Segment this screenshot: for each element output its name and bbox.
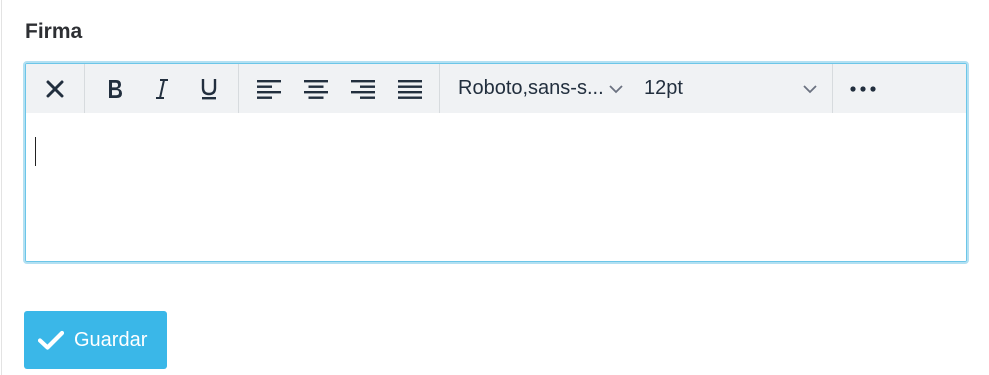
- editor-frame: Roboto,sans-s... 12pt: [25, 63, 967, 262]
- align-center-icon: [303, 79, 328, 99]
- toolbar-group-font: Roboto,sans-s... 12pt: [440, 64, 833, 113]
- bold-icon: [108, 79, 122, 98]
- close-icon: [46, 80, 64, 97]
- align-justify-icon: [397, 79, 422, 99]
- page-left-border: [1, 0, 2, 375]
- save-button-label: Guardar: [74, 328, 148, 351]
- align-right-icon: [350, 79, 375, 99]
- font-family-value: Roboto,sans-s...: [458, 77, 604, 99]
- rich-text-editor: Roboto,sans-s... 12pt: [23, 61, 969, 264]
- editor-content-area[interactable]: [26, 113, 966, 261]
- bold-button[interactable]: [91, 64, 138, 113]
- underline-icon: [201, 78, 216, 99]
- underline-button[interactable]: [185, 64, 232, 113]
- chevron-down-icon: [803, 84, 817, 93]
- toolbar-group-clear: [26, 64, 85, 113]
- chevron-down-icon: [609, 84, 623, 93]
- italic-button[interactable]: [138, 64, 185, 113]
- font-family-select[interactable]: Roboto,sans-s...: [440, 64, 638, 113]
- text-cursor: [35, 137, 36, 166]
- editor-toolbar: Roboto,sans-s... 12pt: [26, 64, 966, 113]
- toolbar-group-align: [239, 64, 440, 113]
- more-icon: [850, 85, 876, 92]
- field-label: Firma: [25, 20, 83, 43]
- checkmark-icon: [38, 330, 64, 350]
- align-center-button[interactable]: [292, 64, 339, 113]
- align-left-icon: [256, 79, 281, 99]
- toolbar-group-style: [85, 64, 239, 113]
- font-size-select[interactable]: 12pt: [638, 64, 832, 113]
- clear-formatting-button[interactable]: [26, 64, 84, 113]
- align-right-button[interactable]: [339, 64, 386, 113]
- italic-icon: [155, 78, 168, 99]
- align-justify-button[interactable]: [386, 64, 433, 113]
- more-options-button[interactable]: [833, 64, 893, 113]
- save-button[interactable]: Guardar: [24, 311, 167, 369]
- align-left-button[interactable]: [245, 64, 292, 113]
- font-size-value: 12pt: [644, 77, 683, 99]
